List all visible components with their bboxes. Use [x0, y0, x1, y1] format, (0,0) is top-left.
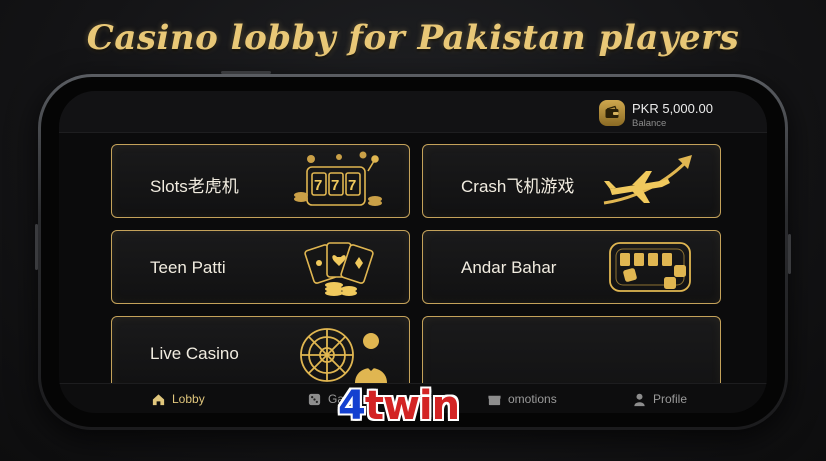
gift-icon: [488, 395, 501, 405]
tab-label: Profile: [653, 392, 688, 406]
game-card-andar-bahar[interactable]: Andar Bahar: [422, 230, 721, 304]
app-screen: PKR 5,000.00 Balance Slots老虎机 7 7 7 Cras…: [59, 91, 767, 413]
playing-cards-icon: [304, 242, 374, 296]
game-card-label: Slots老虎机: [150, 177, 239, 196]
svg-text:7: 7: [348, 177, 356, 194]
game-card-label: Live Casino: [150, 344, 239, 363]
volume-button: [35, 224, 38, 270]
brand-watermark: 4twin: [338, 383, 460, 429]
svg-text:7: 7: [314, 177, 322, 194]
phone-bezel: PKR 5,000.00 Balance Slots老虎机 7 7 7 Cras…: [41, 77, 785, 427]
card-table-icon: [609, 242, 691, 292]
svg-text:7: 7: [331, 177, 339, 194]
power-button: [221, 71, 271, 74]
game-card-crash[interactable]: Crash飞机游戏: [422, 144, 721, 218]
tab-lobby[interactable]: Lobby: [151, 389, 205, 409]
brand-number: 4: [338, 383, 366, 429]
tab-promotions[interactable]: omotions: [487, 389, 557, 409]
wallet-icon[interactable]: [599, 100, 625, 126]
top-bar: PKR 5,000.00 Balance: [59, 91, 767, 133]
slot-machine-icon: 777: [294, 151, 382, 206]
dice-icon: [308, 393, 321, 405]
phone-frame: PKR 5,000.00 Balance Slots老虎机 7 7 7 Cras…: [35, 71, 791, 430]
balance-label: Balance: [632, 118, 667, 129]
hero-title: Casino lobby for Pakistan players: [86, 18, 740, 58]
tab-profile[interactable]: Profile: [632, 389, 687, 409]
game-card-live-casino[interactable]: Live Casino: [111, 316, 410, 390]
tab-label: omotions: [508, 392, 557, 406]
game-card-label: Crash飞机游戏: [461, 177, 575, 196]
airplane-icon: [603, 155, 692, 205]
tab-label: Lobby: [172, 392, 205, 406]
user-icon: [634, 393, 645, 406]
game-card-slots[interactable]: Slots老虎机 777: [111, 144, 410, 218]
game-card-label: Andar Bahar: [461, 258, 557, 277]
game-card-teen-patti[interactable]: Teen Patti: [111, 230, 410, 304]
game-card-label: Teen Patti: [150, 258, 226, 277]
home-icon: [152, 393, 165, 405]
side-button: [788, 234, 791, 274]
balance-amount: PKR 5,000.00: [632, 101, 713, 116]
roulette-dealer-icon: [300, 328, 387, 383]
brand-text: twin: [364, 383, 460, 429]
